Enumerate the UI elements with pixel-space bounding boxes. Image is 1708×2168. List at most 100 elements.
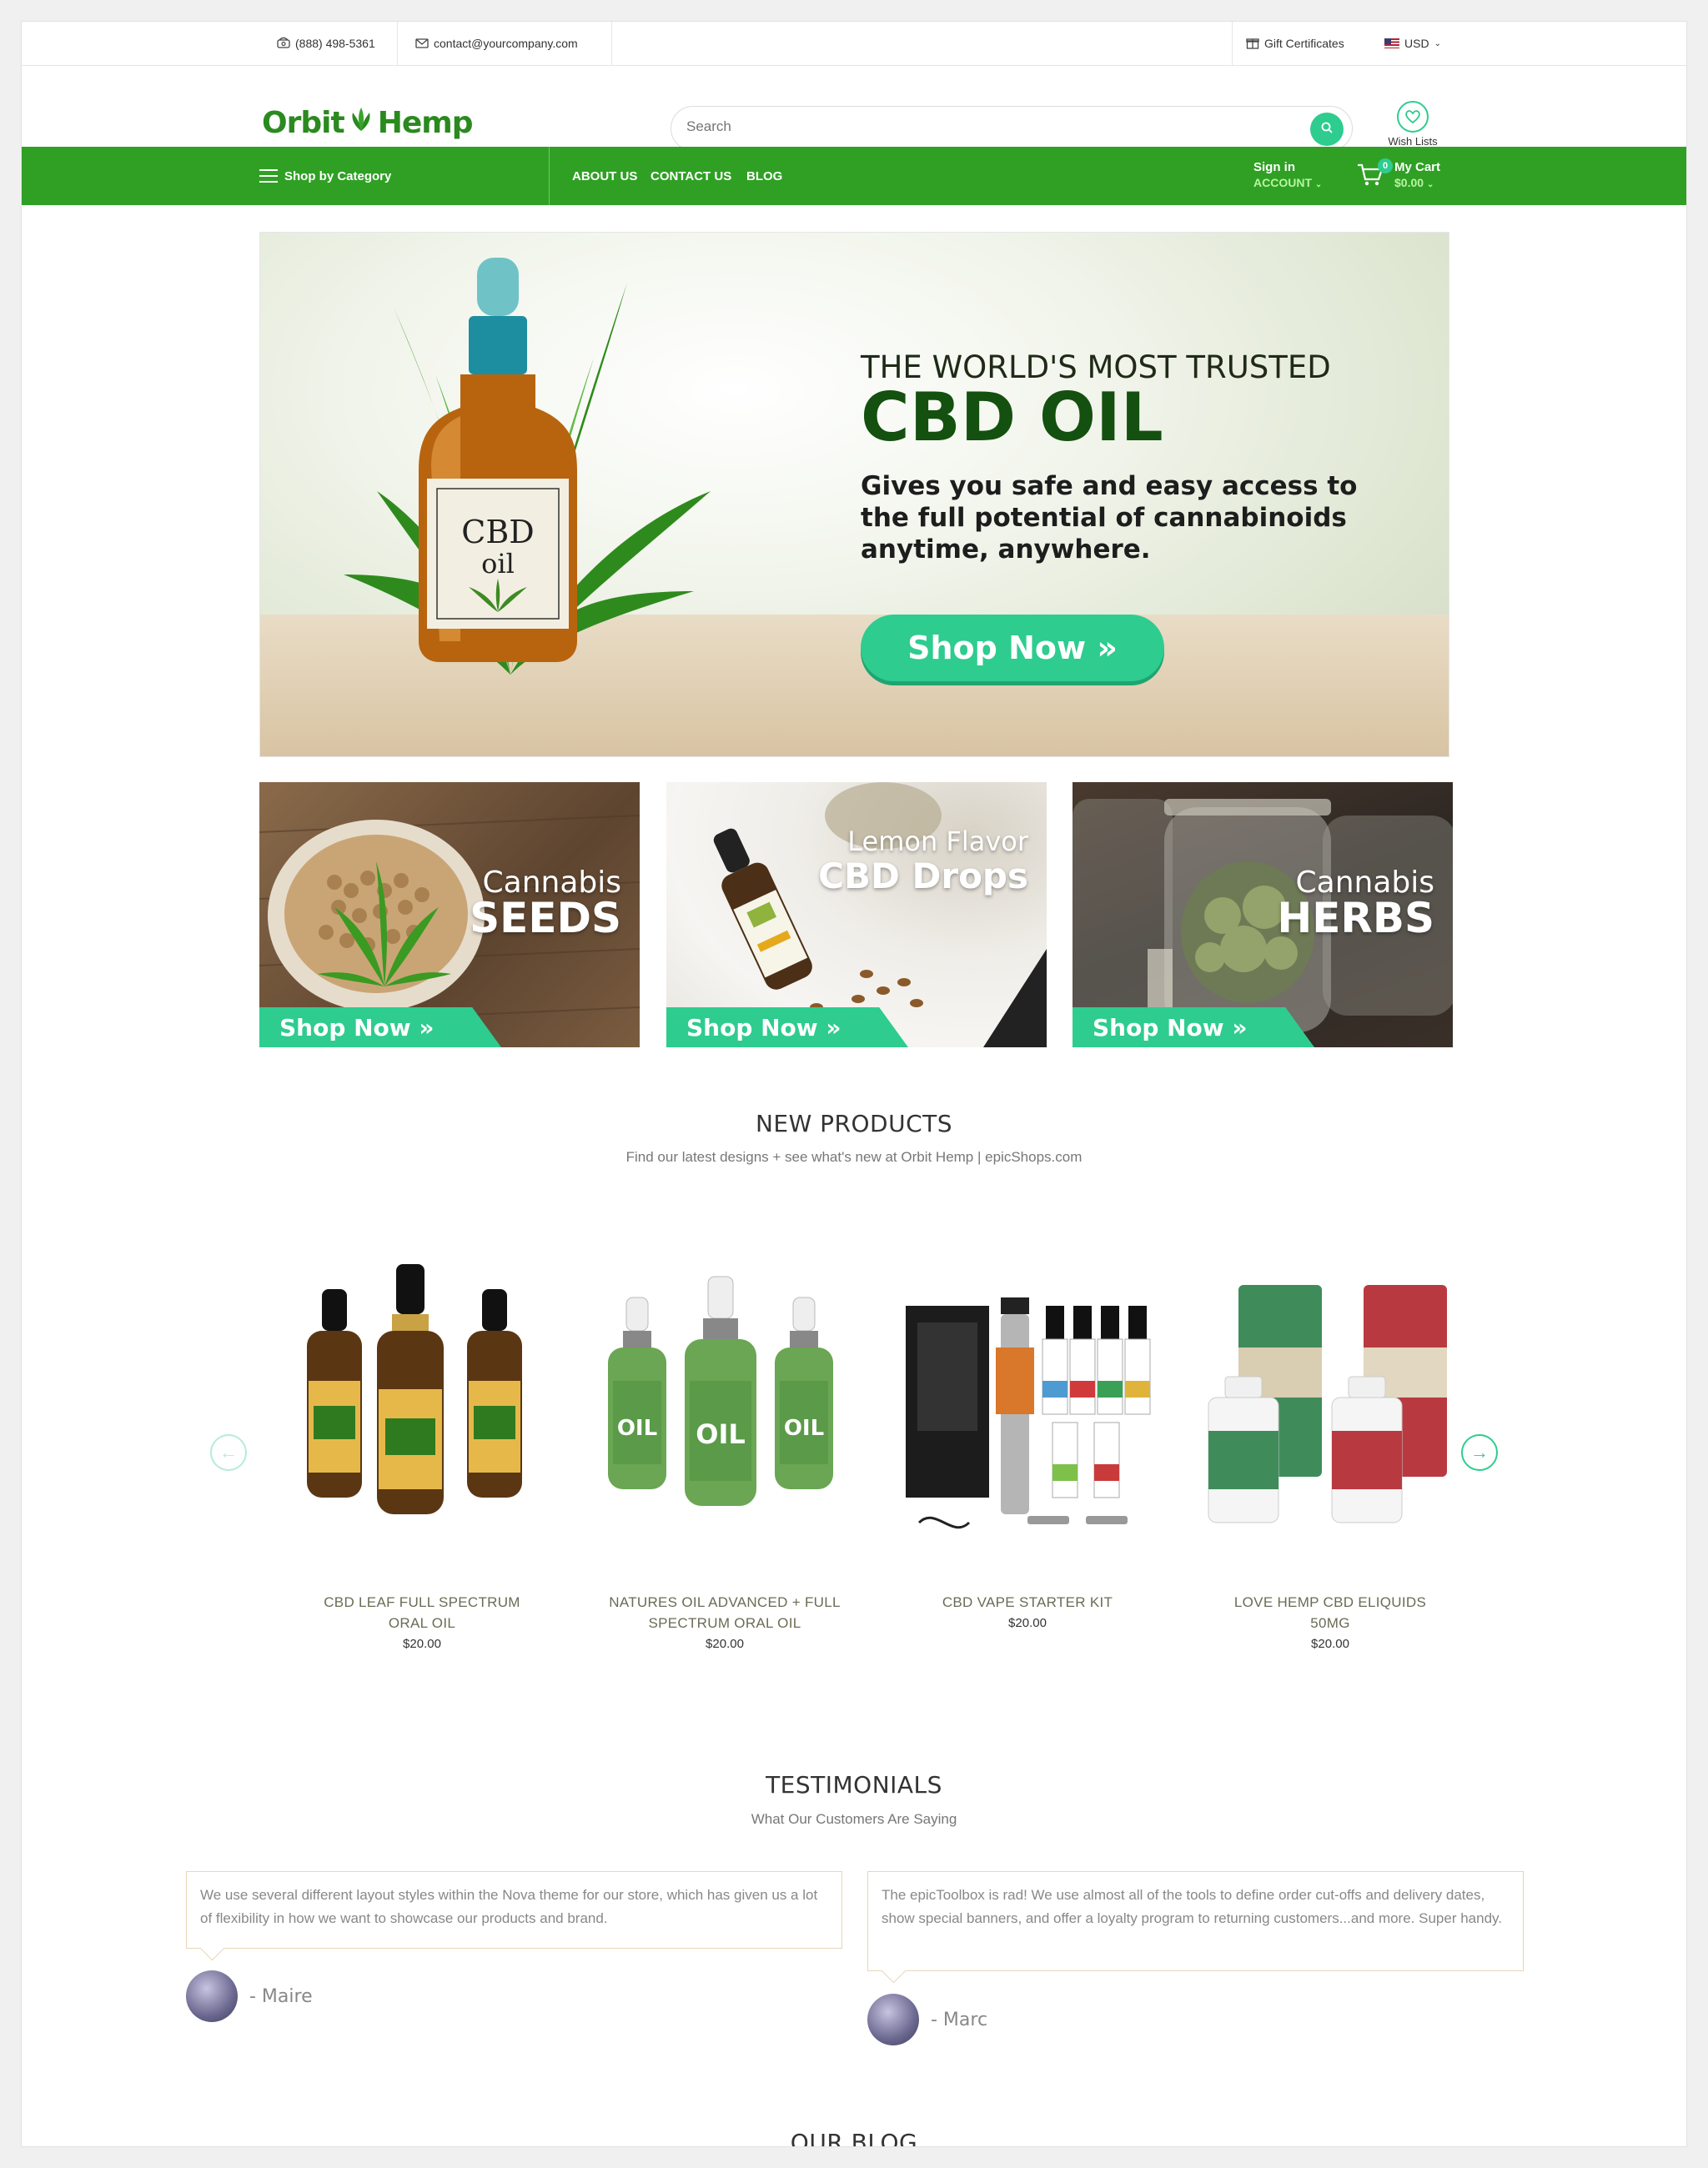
product-card[interactable]: OIL OIL OIL NATURES OIL ADVANCED + FULL … bbox=[591, 1256, 858, 1651]
logo[interactable]: Orbit Hemp bbox=[262, 106, 474, 140]
currency-selector[interactable]: USD ⌄ bbox=[1384, 22, 1441, 65]
new-products-subtitle: Find our latest designs + see what's new… bbox=[625, 1149, 1083, 1165]
product-name[interactable]: CBD LEAF FULL SPECTRUM ORAL OIL bbox=[289, 1592, 555, 1634]
testimonial-quote: We use several different layout styles w… bbox=[186, 1871, 842, 1949]
page-frame: (888) 498-5361 contact@yourcompany.com G… bbox=[21, 21, 1687, 2147]
wishlist-link[interactable]: Wish Lists bbox=[1379, 101, 1446, 148]
product-price: $20.00 bbox=[1311, 1637, 1349, 1651]
testimonials-title: TESTIMONIALS bbox=[766, 1771, 942, 1799]
phone-number: (888) 498-5361 bbox=[295, 37, 375, 50]
testimonial-author: - Marc bbox=[931, 2010, 988, 2030]
nav-link-label: ABOUT US bbox=[572, 168, 638, 183]
product-card[interactable]: CBD VAPE STARTER KIT $20.00 bbox=[894, 1256, 1161, 1630]
product-image bbox=[906, 1297, 1151, 1529]
nav-link-contact-us[interactable]: CONTACT US bbox=[651, 147, 731, 205]
chevron-down-icon: ⌄ bbox=[1434, 38, 1441, 48]
product-price: $20.00 bbox=[1008, 1616, 1047, 1630]
gift-icon bbox=[1246, 36, 1259, 52]
gift-certificates-label: Gift Certificates bbox=[1264, 37, 1344, 50]
blog-title: OUR BLOG bbox=[790, 2129, 918, 2147]
email-link[interactable]: contact@yourcompany.com bbox=[415, 22, 578, 65]
promo-title-line1: Lemon Flavor bbox=[847, 826, 1028, 857]
svg-text:OIL: OIL bbox=[784, 1416, 824, 1441]
product-image: OIL OIL OIL bbox=[608, 1276, 833, 1506]
gift-certificates-link[interactable]: Gift Certificates bbox=[1246, 22, 1344, 65]
chevron-down-icon: ⌄ bbox=[1426, 180, 1434, 189]
logo-text-right: Hemp bbox=[377, 106, 474, 140]
hero-shop-now-button[interactable]: Shop Now » bbox=[861, 615, 1164, 681]
promo-shop-now-button[interactable]: Shop Now » bbox=[259, 1007, 501, 1047]
email-address: contact@yourcompany.com bbox=[434, 37, 578, 50]
bottle-label-line1: CBD bbox=[461, 514, 534, 550]
phone-link[interactable]: (888) 498-5361 bbox=[277, 22, 375, 65]
promo-card-seeds[interactable]: Cannabis SEEDS Shop Now » bbox=[259, 782, 640, 1047]
search-icon bbox=[1320, 121, 1334, 138]
main-nav: Shop by Category ABOUT US CONTACT US BLO… bbox=[22, 147, 1686, 205]
promo-title-line2: SEEDS bbox=[470, 894, 621, 942]
email-icon bbox=[415, 37, 429, 51]
phone-icon bbox=[277, 37, 290, 51]
promo-title: Cannabis HERBS bbox=[1277, 866, 1434, 942]
hero-banner[interactable]: CBD oil THE WORLD'S MOST TRUSTED CBD OIL… bbox=[259, 232, 1449, 757]
product-card[interactable]: LOVE HEMP CBD ELIQUIDS 50MG $20.00 bbox=[1197, 1256, 1464, 1651]
heart-icon bbox=[1397, 101, 1429, 133]
carousel-next-button[interactable]: → bbox=[1461, 1434, 1498, 1471]
hero-text: THE WORLD'S MOST TRUSTED CBD OIL Gives y… bbox=[861, 349, 1394, 565]
promo-title: Cannabis SEEDS bbox=[470, 866, 621, 942]
hero-description: Gives you safe and easy access to the fu… bbox=[861, 471, 1358, 565]
bottle-label-line2: oil bbox=[481, 548, 515, 580]
product-price: $20.00 bbox=[706, 1637, 744, 1651]
shop-by-category-label: Shop by Category bbox=[284, 168, 392, 183]
product-name[interactable]: NATURES OIL ADVANCED + FULL SPECTRUM ORA… bbox=[591, 1592, 858, 1634]
avatar bbox=[186, 1970, 238, 2022]
product-card[interactable]: CBD LEAF FULL SPECTRUM ORAL OIL $20.00 bbox=[289, 1256, 555, 1651]
product-image bbox=[307, 1264, 522, 1514]
nav-link-blog[interactable]: BLOG bbox=[746, 147, 782, 205]
new-products-title: NEW PRODUCTS bbox=[755, 1110, 953, 1137]
nav-link-label: CONTACT US bbox=[651, 168, 732, 183]
shop-by-category-button[interactable]: Shop by Category bbox=[259, 147, 391, 205]
promo-shop-now-button[interactable]: Shop Now » bbox=[666, 1007, 908, 1047]
arrow-right-icon: → bbox=[1470, 1442, 1489, 1463]
account-label: ACCOUNT bbox=[1253, 176, 1312, 189]
promo-title-line2: HERBS bbox=[1277, 894, 1434, 942]
svg-text:OIL: OIL bbox=[696, 1418, 746, 1450]
us-flag-icon bbox=[1384, 38, 1399, 48]
carousel-prev-button[interactable]: ← bbox=[210, 1434, 247, 1471]
chevron-down-icon: ⌄ bbox=[1314, 180, 1323, 189]
promo-title: Lemon Flavor CBD Drops bbox=[818, 824, 1028, 894]
search-button[interactable] bbox=[1310, 113, 1344, 146]
nav-link-about-us[interactable]: ABOUT US bbox=[572, 147, 637, 205]
hamburger-icon bbox=[259, 169, 278, 183]
promo-shop-now-button[interactable]: Shop Now » bbox=[1073, 1007, 1314, 1047]
promo-card-cbd-drops[interactable]: Lemon Flavor CBD Drops Shop Now » bbox=[666, 782, 1047, 1047]
testimonial-author: - Maire bbox=[249, 1986, 313, 2007]
promo-card-herbs[interactable]: Cannabis HERBS Shop Now » bbox=[1073, 782, 1453, 1047]
svg-text:OIL: OIL bbox=[617, 1416, 657, 1441]
testimonial-quote: The epicToolbox is rad! We use almost al… bbox=[867, 1871, 1524, 1971]
testimonials-subtitle: What Our Customers Are Saying bbox=[751, 1811, 957, 1827]
top-bar: (888) 498-5361 contact@yourcompany.com G… bbox=[22, 22, 1686, 66]
search-bar bbox=[671, 106, 1353, 151]
product-name[interactable]: LOVE HEMP CBD ELIQUIDS 50MG bbox=[1197, 1592, 1464, 1634]
currency-label: USD bbox=[1404, 37, 1429, 50]
product-price: $20.00 bbox=[403, 1637, 441, 1651]
logo-text-left: Orbit bbox=[262, 106, 345, 140]
cart-count-badge: 0 bbox=[1378, 158, 1393, 173]
cart-label: My Cart bbox=[1394, 160, 1441, 174]
sign-in-label: Sign in bbox=[1253, 160, 1295, 174]
avatar bbox=[867, 1994, 919, 2045]
cart-button[interactable]: 0 My Cart $0.00 ⌄ bbox=[1356, 147, 1440, 205]
wishlist-label: Wish Lists bbox=[1388, 135, 1438, 148]
nav-link-label: BLOG bbox=[746, 168, 783, 183]
account-menu[interactable]: Sign in ACCOUNT ⌄ bbox=[1253, 147, 1322, 205]
product-name[interactable]: CBD VAPE STARTER KIT bbox=[894, 1592, 1161, 1613]
product-image bbox=[1208, 1285, 1447, 1523]
arrow-left-icon: ← bbox=[219, 1442, 238, 1463]
cbd-bottle-illustration: CBD oil bbox=[344, 258, 711, 675]
promo-title-line2: CBD Drops bbox=[818, 856, 1028, 896]
hero-title: CBD OIL bbox=[861, 379, 1163, 456]
cart-total: $0.00 bbox=[1394, 176, 1424, 189]
leaf-logo-icon bbox=[346, 107, 376, 139]
search-input[interactable] bbox=[686, 118, 1270, 135]
